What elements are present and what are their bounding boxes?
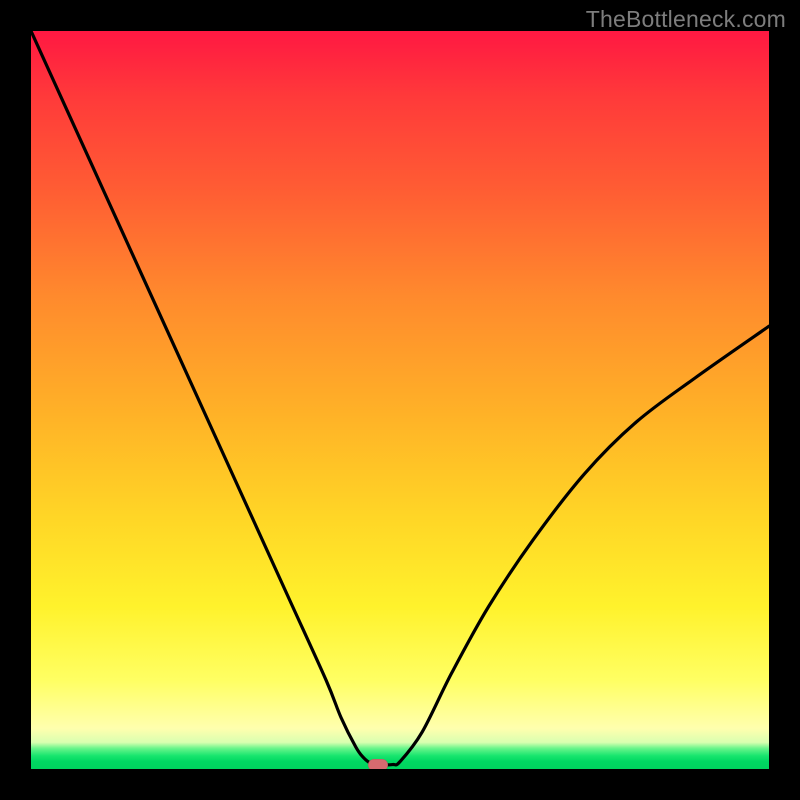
bottleneck-curve — [31, 31, 769, 765]
plot-area — [31, 31, 769, 769]
chart-container: TheBottleneck.com — [0, 0, 800, 800]
curve-svg — [31, 31, 769, 769]
optimal-point-marker — [368, 759, 388, 769]
watermark-text: TheBottleneck.com — [586, 6, 786, 33]
